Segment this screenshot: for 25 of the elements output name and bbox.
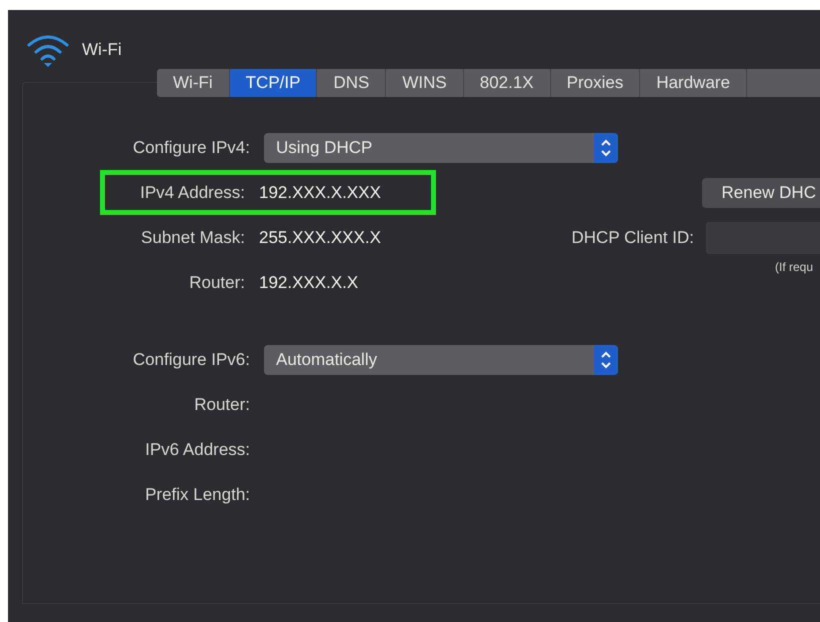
tab[interactable]: Hardware: [640, 69, 748, 97]
field-value: 255.XXX.XXX.X: [259, 228, 381, 248]
tab[interactable]: Proxies: [550, 69, 640, 97]
dropdown[interactable]: Automatically: [264, 344, 618, 374]
field-label: Subnet Mask:: [140, 228, 245, 248]
tab[interactable]: 802.1X: [464, 69, 551, 97]
hint-text: (If requ: [775, 260, 814, 274]
field-value: 192.XXX.X.X: [259, 272, 358, 292]
stepper-icon: [594, 344, 618, 374]
field-label: Configure IPv6:: [132, 350, 250, 370]
tab[interactable]: TCP/IP: [230, 69, 318, 97]
field-label: Router:: [193, 394, 250, 414]
field-label: IPv4 Address:: [139, 182, 245, 202]
field-label: Configure IPv4:: [132, 138, 250, 158]
field-value: 192.XXX.X.XXX: [259, 182, 381, 202]
field-label: DHCP Client ID:: [570, 228, 694, 248]
field-label: Prefix Length:: [144, 484, 250, 504]
renew-dhcp-button[interactable]: Renew DHC: [702, 178, 820, 208]
tab[interactable]: DNS: [317, 69, 386, 97]
stepper-icon: [594, 132, 618, 162]
field-label: IPv6 Address:: [144, 440, 250, 460]
window-title: Wi-Fi: [82, 40, 122, 60]
field-label: Router:: [188, 272, 245, 292]
dropdown[interactable]: Using DHCP: [264, 132, 618, 162]
tab[interactable]: WINS: [386, 69, 464, 97]
